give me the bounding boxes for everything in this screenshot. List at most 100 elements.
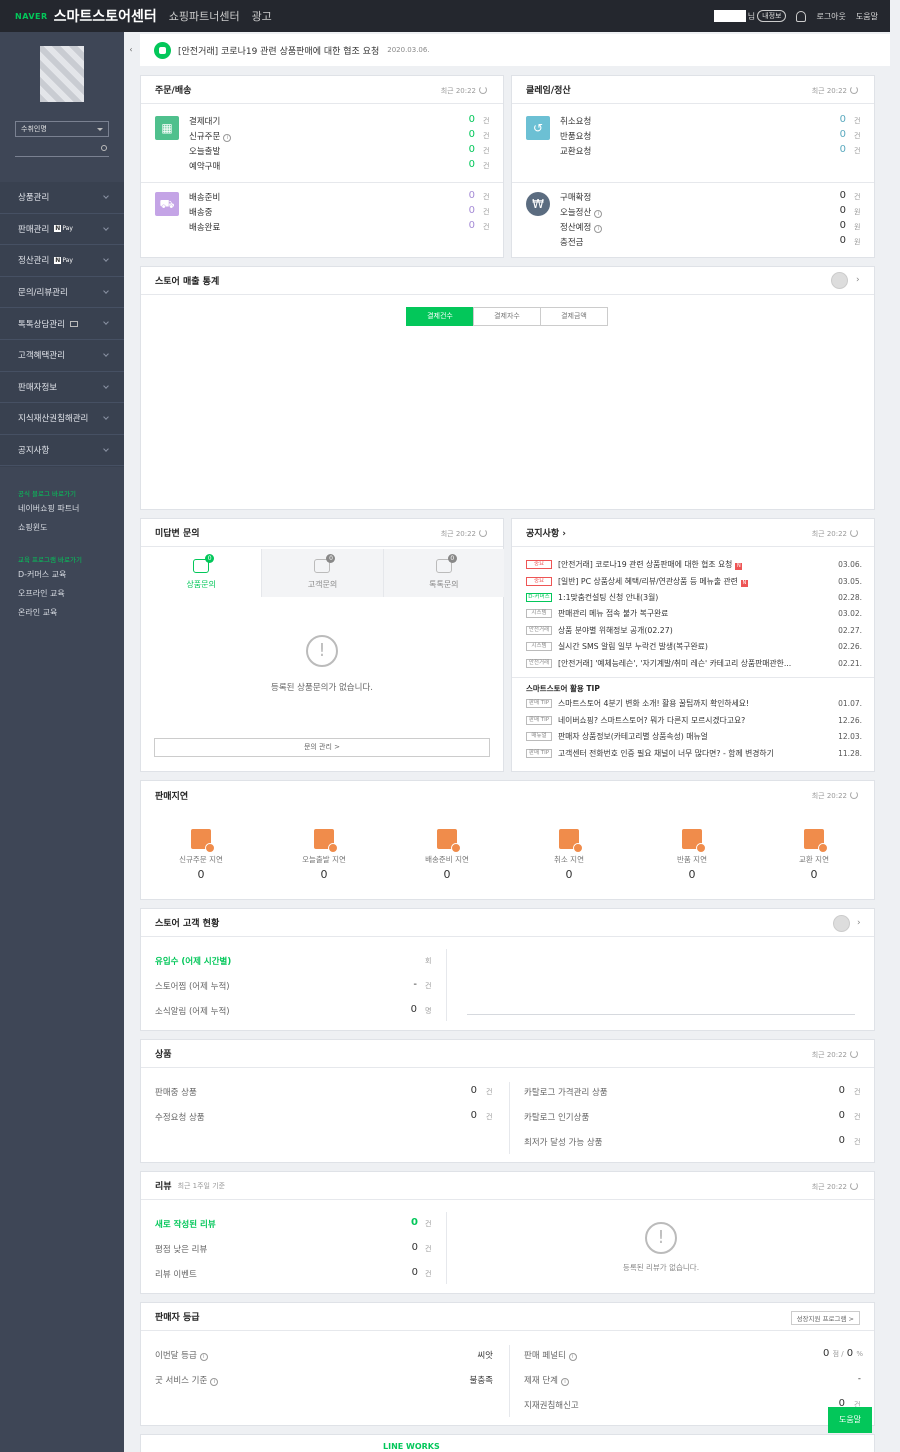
refresh-button[interactable]: 최근 20:22 bbox=[812, 529, 858, 539]
customer-value[interactable]: 0 bbox=[387, 1004, 417, 1015]
delay-return[interactable]: 반품 지연 0 bbox=[642, 829, 742, 881]
sidebar-item-seller-info[interactable]: 판매자정보 bbox=[0, 372, 124, 404]
grade-label[interactable]: 판매 페널티 i bbox=[524, 1349, 577, 1361]
order-label[interactable]: 예약구매 bbox=[189, 160, 220, 172]
link-online-edu[interactable]: 온라인 교육 bbox=[18, 607, 57, 618]
inquiry-manage-button[interactable]: 문의 관리 > bbox=[154, 738, 490, 757]
customer-value[interactable]: - bbox=[387, 979, 417, 990]
notice-item[interactable]: 시스템 판매관리 메뉴 접속 불가 복구완료 03.02. bbox=[526, 606, 862, 620]
my-info-button[interactable]: 내정보 bbox=[757, 10, 787, 22]
refresh-button[interactable]: 최근 20:22 bbox=[812, 791, 858, 801]
product-label[interactable]: 수정요청 상품 bbox=[155, 1111, 205, 1123]
review-value[interactable]: 0 bbox=[388, 1217, 418, 1228]
settle-value[interactable]: 0 bbox=[816, 220, 846, 231]
order-label[interactable]: 오늘출발 bbox=[189, 145, 220, 157]
delivery-value[interactable]: 0 bbox=[445, 205, 475, 216]
claim-value[interactable]: 0 bbox=[816, 129, 846, 140]
nav-ads[interactable]: 광고 bbox=[252, 8, 272, 24]
link-offline-edu[interactable]: 오프라인 교육 bbox=[18, 588, 65, 599]
review-label[interactable]: 리뷰 이벤트 bbox=[155, 1268, 197, 1280]
delivery-label[interactable]: 배송준비 bbox=[189, 191, 220, 203]
tip-item[interactable]: 판매 TIP 고객센터 전화번호 인증 필요 채널이 너무 많다면? - 함께 변… bbox=[526, 746, 862, 760]
sidebar-search-input[interactable] bbox=[15, 142, 109, 157]
link-d-commerce-edu[interactable]: D-커머스 교육 bbox=[18, 569, 66, 580]
link-shopping-window[interactable]: 쇼핑윈도 bbox=[18, 522, 47, 533]
product-value[interactable]: 0 bbox=[447, 1110, 477, 1121]
sidebar-item-product[interactable]: 상품관리 bbox=[0, 182, 124, 214]
refresh-button[interactable]: 최근 20:22 bbox=[812, 1050, 858, 1060]
profile-icon[interactable] bbox=[833, 915, 850, 932]
claim-value[interactable]: 0 bbox=[816, 144, 846, 155]
review-label[interactable]: 평점 낮은 리뷰 bbox=[155, 1243, 207, 1255]
customer-label[interactable]: 소식알림 (어제 누적) bbox=[155, 1005, 230, 1017]
top-notice-text[interactable]: [안전거래] 코로나19 관련 상품판매에 대한 협조 요청 bbox=[178, 44, 379, 57]
delivery-value[interactable]: 0 bbox=[445, 190, 475, 201]
grade-label[interactable]: 이번달 등급 i bbox=[155, 1349, 208, 1361]
tip-item[interactable]: 판매 TIP 스마트스토어 4분기 변화 소개! 활용 꿀팁까지 확인하세요! 01… bbox=[526, 696, 862, 710]
search-type-select[interactable]: 수취인명 bbox=[15, 121, 109, 137]
notice-item[interactable]: 안전거래 상품 분야별 위해정보 공개(02.27) 02.27. bbox=[526, 623, 862, 637]
order-label[interactable]: 신규주문 i bbox=[189, 130, 232, 142]
product-label[interactable]: 최저가 달성 가능 상품 bbox=[524, 1136, 603, 1148]
order-value[interactable]: 0 bbox=[445, 114, 475, 125]
grade-label[interactable]: 굿 서비스 기준 i bbox=[155, 1374, 219, 1386]
sidebar-item-ip-infringement[interactable]: 지식재산권침해관리 bbox=[0, 403, 124, 435]
refresh-button[interactable]: 최근 20:22 bbox=[812, 86, 858, 96]
sidebar-item-settlement[interactable]: 정산관리 N Pay bbox=[0, 245, 124, 277]
tab-product-inquiry[interactable]: 0 상품문의 bbox=[141, 549, 262, 597]
tab-payment-count[interactable]: 결제건수 bbox=[406, 307, 474, 326]
delivery-value[interactable]: 0 bbox=[445, 220, 475, 231]
review-value[interactable]: 0 bbox=[388, 1242, 418, 1253]
notice-item[interactable]: 안전거래 [안전거래] '예체능레슨', '자기계발/취미 레슨' 카테고리 상품… bbox=[526, 656, 862, 670]
delivery-label[interactable]: 배송완료 bbox=[189, 221, 220, 233]
sidebar-item-benefit[interactable]: 고객혜택관리 bbox=[0, 340, 124, 372]
chevron-right-icon[interactable]: › bbox=[856, 275, 860, 285]
nav-shopping-partner[interactable]: 쇼핑파트너센터 bbox=[169, 8, 240, 24]
order-value[interactable]: 0 bbox=[445, 144, 475, 155]
settle-value[interactable]: 0 bbox=[816, 235, 846, 246]
settle-value[interactable]: 0 bbox=[816, 190, 846, 201]
settle-label[interactable]: 오늘정산 i bbox=[560, 206, 603, 218]
notice-item[interactable]: 시스템 실시간 SMS 알림 일부 누락건 발생(복구완료) 02.26. bbox=[526, 639, 862, 653]
order-label[interactable]: 결제대기 bbox=[189, 115, 220, 127]
top-notice-bar[interactable]: [안전거래] 코로나19 관련 상품판매에 대한 협조 요청 2020.03.0… bbox=[140, 34, 890, 66]
notice-item[interactable]: 중요 [안전거래] 코로나19 관련 상품판매에 대한 협조 요청 N 03.06. bbox=[526, 557, 862, 571]
product-value[interactable]: 0 bbox=[815, 1085, 845, 1096]
claim-label[interactable]: 교환요청 bbox=[560, 145, 591, 157]
refresh-button[interactable]: 최근 20:22 bbox=[441, 86, 487, 96]
customer-label[interactable]: 스토어찜 (어제 누적) bbox=[155, 980, 230, 992]
refresh-button[interactable]: 최근 20:22 bbox=[441, 529, 487, 539]
settle-label[interactable]: 충전금 bbox=[560, 236, 583, 248]
delay-exchange[interactable]: 교환 지연 0 bbox=[764, 829, 864, 881]
help-link[interactable]: 도움말 bbox=[856, 11, 878, 22]
search-icon[interactable] bbox=[101, 145, 107, 151]
tip-item[interactable]: 매뉴얼 판매자 상품정보(카테고리별 상품속성) 매뉴얼 12.03. bbox=[526, 729, 862, 743]
card-title[interactable]: 공지사항 › bbox=[526, 526, 566, 539]
order-value[interactable]: 0 bbox=[445, 159, 475, 170]
customer-label[interactable]: 유입수 (어제 시간별) bbox=[155, 955, 231, 967]
tab-payment-amount[interactable]: 결제금액 bbox=[540, 307, 608, 326]
delivery-label[interactable]: 배송중 bbox=[189, 206, 212, 218]
settle-label[interactable]: 구매확정 bbox=[560, 191, 591, 203]
sidebar-item-talktalk[interactable]: 톡톡상담관리 bbox=[0, 308, 124, 340]
refresh-button[interactable]: 최근 20:22 bbox=[812, 1182, 858, 1192]
link-naver-shopping-partner[interactable]: 네이버쇼핑 파트너 bbox=[18, 503, 79, 514]
sidebar-item-inquiry-review[interactable]: 문의/리뷰관리 bbox=[0, 277, 124, 309]
store-avatar[interactable] bbox=[40, 46, 84, 102]
delay-new-order[interactable]: 신규주문 지연 0 bbox=[151, 829, 251, 881]
notice-item[interactable]: 중요 [일반] PC 상품상세 혜택/리뷰/연관상품 등 메뉴출 관련 N 03.05… bbox=[526, 574, 862, 588]
grade-label[interactable]: 제재 단계 i bbox=[524, 1374, 569, 1386]
sidebar-item-sales[interactable]: 판매관리 N Pay bbox=[0, 214, 124, 246]
grade-label[interactable]: 지재권침해신고 bbox=[524, 1399, 579, 1411]
tab-payer-count[interactable]: 결제자수 bbox=[473, 307, 541, 326]
order-value[interactable]: 0 bbox=[445, 129, 475, 140]
logout-link[interactable]: 로그아웃 bbox=[816, 11, 845, 22]
notice-item[interactable]: D-커머스 1:1맞춤컨설팅 신청 안내(3월) 02.28. bbox=[526, 590, 862, 604]
delay-delivery-prep[interactable]: 배송준비 지연 0 bbox=[397, 829, 497, 881]
review-value[interactable]: 0 bbox=[388, 1267, 418, 1278]
tip-item[interactable]: 판매 TIP 네이버쇼핑? 스마트스토어? 뭐가 다른지 모르시겠다고요? 12.2… bbox=[526, 713, 862, 727]
product-label[interactable]: 카탈로그 가격관리 상품 bbox=[524, 1086, 608, 1098]
sidebar-item-notice[interactable]: 공지사항 bbox=[0, 435, 124, 467]
delay-cancel[interactable]: 취소 지연 0 bbox=[519, 829, 619, 881]
tab-customer-inquiry[interactable]: 0 고객문의 bbox=[261, 549, 383, 597]
